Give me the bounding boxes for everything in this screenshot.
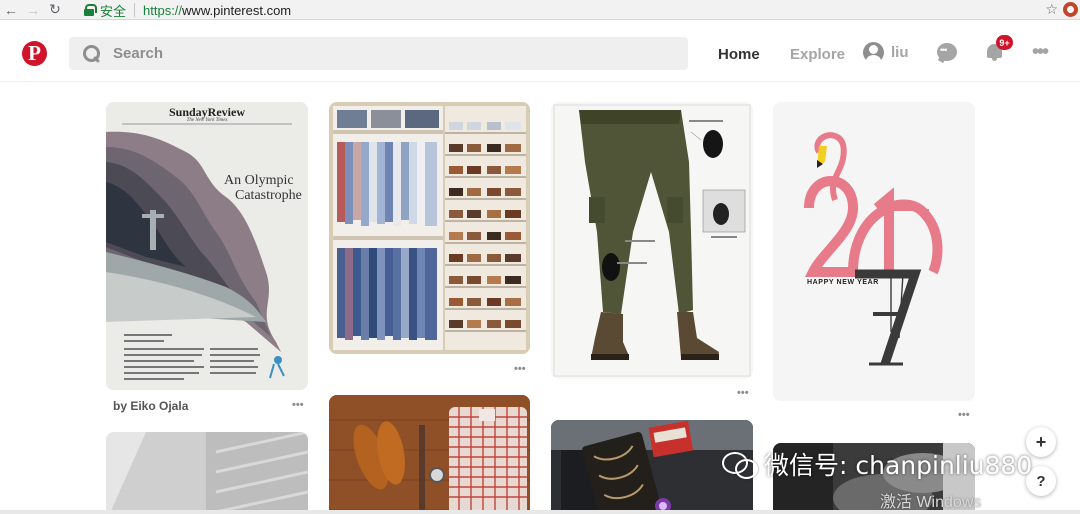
pin-headline-line2: Catastrophe — [235, 188, 302, 203]
search-icon — [82, 44, 102, 64]
search-bar[interactable] — [69, 37, 688, 70]
pin-closet[interactable] — [329, 102, 530, 354]
logo-letter: P — [28, 41, 41, 65]
user-profile-link[interactable]: liu — [863, 42, 909, 63]
messages-icon[interactable] — [937, 43, 957, 61]
activate-windows-text: 激活 Windows — [880, 494, 982, 511]
secure-label: 安全 — [100, 3, 127, 19]
pin-2017-poster-artwork — [773, 102, 975, 401]
pin-wall-corner[interactable] — [106, 432, 308, 514]
back-button[interactable]: ← — [0, 0, 22, 20]
search-input[interactable] — [113, 45, 653, 62]
bookmark-star-icon[interactable]: ☆ — [1045, 1, 1058, 18]
avatar-icon — [863, 42, 884, 63]
user-name: liu — [891, 44, 909, 61]
url-host: www.pinterest.com — [182, 2, 292, 18]
wechat-watermark: 微信号: chanpinliu880 — [722, 446, 1032, 482]
browser-toolbar: ← → ↻ 安全 https://www.pinterest.com ☆ — [0, 0, 1080, 20]
watermark-text: 微信号: chanpinliu880 — [764, 451, 1033, 480]
address-separator — [134, 3, 136, 17]
forward-arrow-icon: → — [26, 1, 40, 18]
pin-headline-line1: An Olympic — [224, 173, 294, 188]
pin-more-icon[interactable]: ••• — [292, 399, 304, 411]
pinterest-logo-icon[interactable]: P — [22, 41, 47, 66]
pin-more-icon[interactable]: ••• — [514, 363, 526, 375]
pin-closet-artwork — [329, 102, 530, 354]
forward-button[interactable]: → — [22, 0, 44, 20]
url-scheme: https:// — [143, 2, 183, 18]
reload-icon: ↻ — [49, 1, 61, 17]
address-bar[interactable]: 安全 https://www.pinterest.com — [80, 1, 1064, 19]
notification-badge: 9+ — [996, 35, 1013, 50]
pin-shoes-shirt[interactable] — [329, 395, 530, 514]
back-arrow-icon: ← — [4, 1, 18, 18]
pin-caption[interactable]: by Eiko Ojala — [113, 399, 188, 413]
plus-icon: + — [1035, 431, 1047, 452]
nav-home-link[interactable]: Home — [718, 46, 760, 63]
help-icon: ? — [1036, 472, 1046, 490]
reload-button[interactable]: ↻ — [44, 0, 66, 20]
pin-2017-poster[interactable]: HAPPY NEW YEAR — [773, 102, 975, 401]
wechat-icon — [722, 450, 758, 479]
url-text: https://www.pinterest.com — [143, 3, 291, 18]
pin-cargo-pants[interactable] — [551, 102, 753, 379]
pin-more-icon[interactable]: ••• — [958, 409, 970, 421]
more-options-icon[interactable]: ••• — [1032, 41, 1049, 64]
pin-more-icon[interactable]: ••• — [737, 387, 749, 399]
pin-sunday-review-artwork — [106, 102, 308, 390]
site-header: P Home Explore liu 9+ ••• — [0, 24, 1080, 82]
pin-cargo-pants-artwork — [551, 102, 753, 379]
pin-shoes-shirt-artwork — [329, 395, 530, 514]
pin-sunday-review[interactable]: SundayReview The New York Times An Olymp… — [106, 102, 308, 390]
pin-wall-corner-artwork — [106, 432, 308, 514]
lock-icon — [84, 4, 97, 16]
extension-icon[interactable] — [1063, 2, 1078, 17]
horizontal-scrollbar[interactable] — [0, 510, 1080, 514]
pin-masthead-sub: The New York Times — [186, 118, 228, 123]
pin-poster-text: HAPPY NEW YEAR — [807, 279, 879, 286]
nav-explore-link[interactable]: Explore — [790, 46, 845, 63]
